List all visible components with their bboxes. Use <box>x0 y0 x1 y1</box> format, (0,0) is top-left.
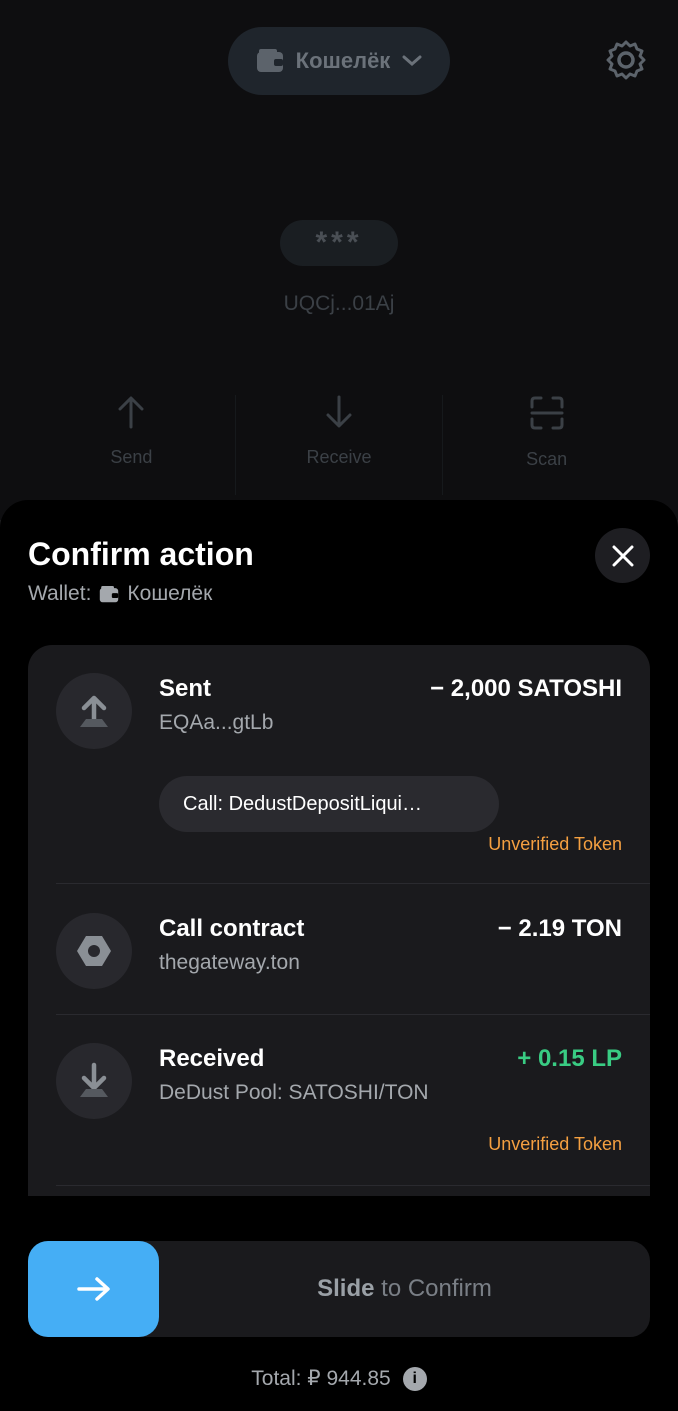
total-label: Total: ₽ 944.85 <box>251 1367 391 1390</box>
row-amount: − 2.19 TON <box>497 915 622 942</box>
contract-icon <box>56 913 132 989</box>
total-amount: Total: ₽ 944.85 i <box>0 1366 678 1391</box>
arrow-up-icon <box>80 695 108 727</box>
hexagon-icon <box>77 936 111 966</box>
wallet-name: Кошелёк <box>127 582 213 605</box>
arrow-right-icon <box>76 1277 110 1301</box>
send-label: Send <box>110 447 153 467</box>
divider <box>56 1185 650 1186</box>
row-amount: + 0.15 LP <box>517 1045 622 1072</box>
divider <box>56 883 650 884</box>
receive-label: Receive <box>306 447 372 467</box>
chevron-down-icon <box>402 55 422 66</box>
confirm-bar: Slide to Confirm Total: ₽ 944.85 i <box>0 1196 678 1411</box>
wallet-name: Кошелёк <box>295 48 391 73</box>
action-bar: Send Receive Scan <box>28 395 650 495</box>
slide-label-rest: to Confirm <box>381 1275 492 1302</box>
row-amount: − 2,000 SATOSHI <box>430 675 622 702</box>
sheet-wallet-info: Wallet: Кошелёк <box>28 582 212 606</box>
close-icon <box>612 545 633 566</box>
slide-label: Slide to Confirm <box>159 1241 650 1337</box>
sent-token-icon <box>56 673 132 749</box>
receive-button[interactable]: Receive <box>234 395 443 495</box>
row-title: Call contract <box>159 915 305 942</box>
slide-label-strong: Slide <box>317 1275 375 1302</box>
scan-label: Scan <box>526 449 568 469</box>
slider-handle[interactable] <box>28 1241 159 1337</box>
wallet-icon <box>100 585 119 602</box>
row-address[interactable]: thegateway.ton <box>159 951 300 975</box>
call-method-pill[interactable]: Call: DedustDepositLiqui… <box>159 776 499 832</box>
arrow-down-icon <box>326 395 352 428</box>
row-address[interactable]: DeDust Pool: SATOSHI/TON <box>159 1081 429 1105</box>
unverified-token-label: Unverified Token <box>488 834 622 854</box>
transaction-card: Sent EQAa...gtLb − 2,000 SATOSHI Call: D… <box>28 645 650 1205</box>
close-button[interactable] <box>595 528 650 583</box>
wallet-prefix: Wallet: <box>28 582 92 605</box>
wallet-selector[interactable]: Кошелёк <box>228 27 450 95</box>
info-icon[interactable]: i <box>402 1366 427 1391</box>
row-title: Sent <box>159 675 212 702</box>
sheet-title: Confirm action <box>28 536 254 572</box>
received-token-icon <box>56 1043 132 1119</box>
wallet-background: Кошелёк *** UQCj...01Aj Send Receive Sca… <box>0 0 678 520</box>
wallet-address[interactable]: UQCj...01Aj <box>0 292 678 316</box>
unverified-token-label: Unverified Token <box>488 1134 622 1154</box>
divider <box>56 1014 650 1015</box>
row-address[interactable]: EQAa...gtLb <box>159 711 273 735</box>
gear-icon[interactable] <box>604 38 648 82</box>
scan-button[interactable]: Scan <box>442 395 650 495</box>
scan-icon <box>530 396 564 430</box>
slide-to-confirm[interactable]: Slide to Confirm <box>28 1241 650 1337</box>
send-button[interactable]: Send <box>28 395 235 495</box>
arrow-up-icon <box>118 396 144 429</box>
arrow-down-icon <box>80 1062 108 1097</box>
row-title: Received <box>159 1045 265 1072</box>
wallet-icon <box>256 49 283 72</box>
hidden-balance[interactable]: *** <box>280 220 398 266</box>
